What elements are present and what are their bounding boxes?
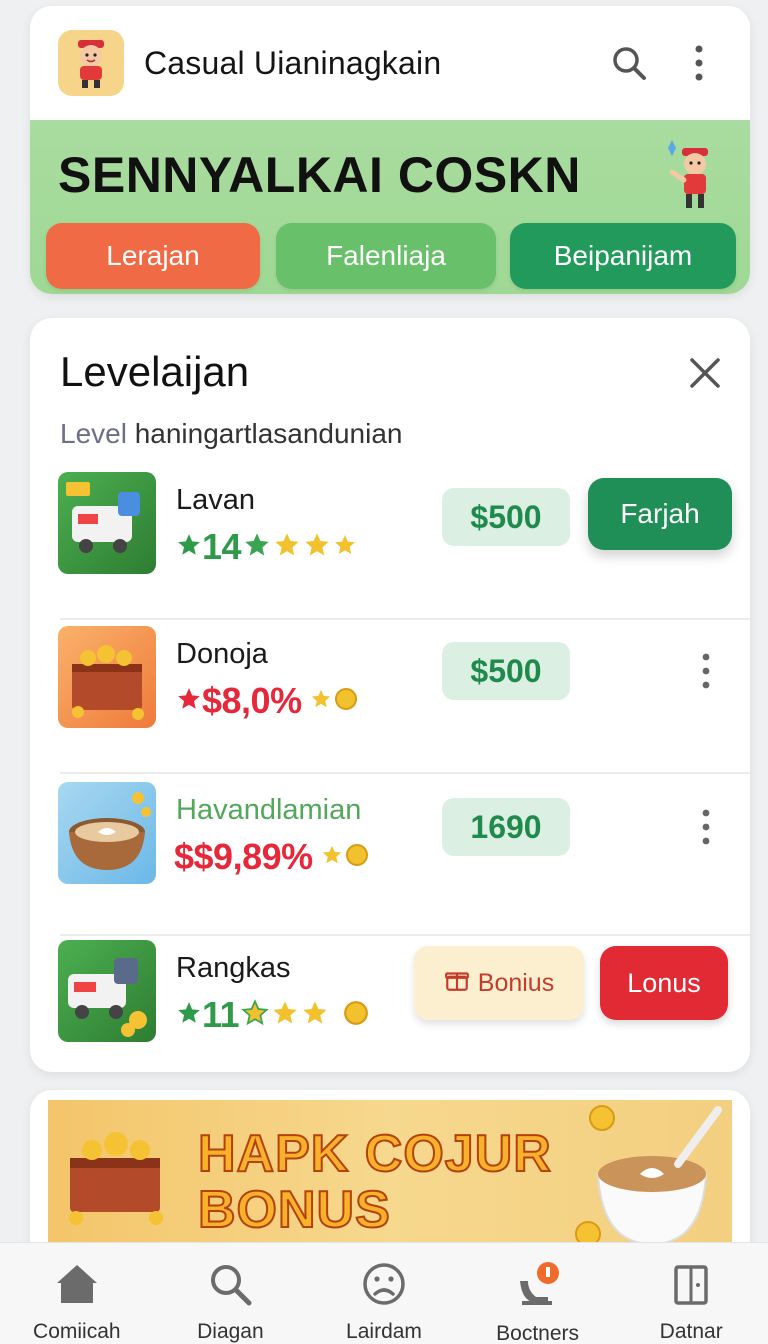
row-stats: $8,0%	[174, 680, 358, 722]
row-name: Rangkas	[176, 952, 291, 984]
door-icon	[668, 1261, 714, 1312]
price-badge: $500	[442, 642, 570, 700]
row-name: Havandlamian	[176, 794, 362, 826]
gift-icon	[444, 967, 470, 1000]
hero-button-lerajan[interactable]: Lerajan	[46, 223, 260, 289]
list-item[interactable]: Havandlamian $$9,89% 1690	[30, 782, 750, 936]
search-icon[interactable]	[606, 40, 652, 86]
star-icon	[321, 844, 343, 871]
search-icon	[207, 1261, 253, 1312]
truck-thumbnail	[58, 472, 156, 574]
promo-banner[interactable]: HAPK COJUR BONUS	[30, 1090, 750, 1260]
app-title: Casual Uianinagkain	[144, 44, 442, 81]
coffee-thumbnail	[58, 782, 156, 884]
badge-icon	[512, 1261, 564, 1314]
panel-subtitle: Level haningartlasandunian	[60, 418, 403, 450]
price-badge: $500	[442, 488, 570, 546]
nav-item-lairdam[interactable]: Lairdam	[307, 1243, 461, 1344]
hero-title: SENNYALKAI COSKN	[58, 147, 581, 203]
divider	[60, 772, 750, 774]
list-item[interactable]: Rangkas 11 Bonius Lonus	[30, 940, 750, 1090]
row-name: Donoja	[176, 638, 268, 670]
hero-banner: SENNYALKAI COSKN Lerajan Falenliaja Beip…	[30, 120, 750, 294]
star-icon	[241, 998, 269, 1032]
farjah-button[interactable]: Farjah	[588, 478, 732, 550]
row-stats: 11	[174, 994, 369, 1036]
sad-face-icon	[361, 1261, 407, 1312]
coin-icon	[343, 1000, 369, 1031]
promo-line-1: HAPK COJUR	[197, 1125, 552, 1183]
star-icon	[271, 999, 299, 1032]
subtitle-prefix: Level	[60, 418, 127, 449]
coin-icon	[345, 843, 369, 872]
hero-button-beipanijam[interactable]: Beipanijam	[510, 223, 736, 289]
panel-title: Levelaijan	[60, 348, 250, 395]
row-stat: 14	[202, 526, 242, 567]
home-icon	[53, 1261, 101, 1312]
row-stat: $$9,89%	[174, 836, 313, 877]
nav-label: Diagan	[197, 1320, 264, 1343]
bottom-navigation: Comiicah Diagan Lairdam Boctners Datnar	[0, 1242, 768, 1344]
promo-artwork: HAPK COJUR BONUS	[48, 1100, 732, 1260]
lonus-button[interactable]: Lonus	[600, 946, 728, 1020]
mascot-icon	[658, 138, 724, 219]
truck-thumbnail	[58, 940, 156, 1042]
row-stat: 11	[202, 994, 240, 1035]
row-stat: $8,0%	[202, 680, 302, 721]
more-vertical-icon[interactable]	[676, 40, 722, 86]
star-icon	[333, 533, 357, 562]
row-stats: $$9,89%	[174, 836, 369, 878]
price-badge: 1690	[442, 798, 570, 856]
app-bar: Casual Uianinagkain	[30, 6, 750, 120]
star-icon	[176, 686, 202, 717]
level-panel: Levelaijan Level haningartlasandunian La…	[30, 318, 750, 1072]
mascot-icon[interactable]	[58, 30, 124, 96]
list-item[interactable]: Lavan 14 $500 Farjah	[30, 472, 750, 622]
star-icon	[273, 531, 301, 564]
subtitle-text: haningartlasandunian	[134, 418, 403, 449]
hero-button-falenliaja[interactable]: Falenliaja	[276, 223, 496, 289]
row-name: Lavan	[176, 484, 256, 516]
star-icon	[176, 532, 202, 563]
star-icon	[303, 531, 331, 564]
more-vertical-icon[interactable]	[696, 804, 716, 850]
promo-headline: HAPK COJUR BONUS	[197, 1125, 552, 1239]
coffee-cup-icon	[575, 1105, 722, 1247]
coin-icon	[334, 687, 358, 716]
nav-item-boctners[interactable]: Boctners	[461, 1243, 615, 1344]
star-icon	[310, 688, 332, 715]
star-icon	[243, 531, 271, 564]
treasure-chest-icon	[69, 1132, 163, 1225]
row-stats: 14	[174, 526, 357, 568]
promo-line-2: BONUS	[197, 1181, 391, 1239]
star-icon	[176, 1000, 202, 1031]
treasure-chest-thumbnail	[58, 626, 156, 728]
divider	[60, 934, 750, 936]
bonus-label: Bonius	[477, 968, 555, 997]
nav-item-home[interactable]: Comiicah	[0, 1243, 154, 1344]
nav-item-datnar[interactable]: Datnar	[614, 1243, 768, 1344]
bonus-button[interactable]: Bonius	[414, 946, 584, 1020]
close-icon[interactable]	[680, 348, 730, 398]
star-icon	[301, 999, 329, 1032]
list-item[interactable]: Donoja $8,0% $500	[30, 626, 750, 776]
more-vertical-icon[interactable]	[696, 648, 716, 694]
divider	[60, 618, 750, 620]
nav-label: Datnar	[659, 1320, 723, 1343]
top-card: Casual Uianinagkain SENNYALKAI COSKN Ler…	[30, 6, 750, 294]
nav-label: Comiicah	[33, 1320, 121, 1343]
nav-label: Lairdam	[346, 1320, 422, 1343]
nav-item-diagan[interactable]: Diagan	[154, 1243, 308, 1344]
nav-label: Boctners	[496, 1322, 580, 1344]
